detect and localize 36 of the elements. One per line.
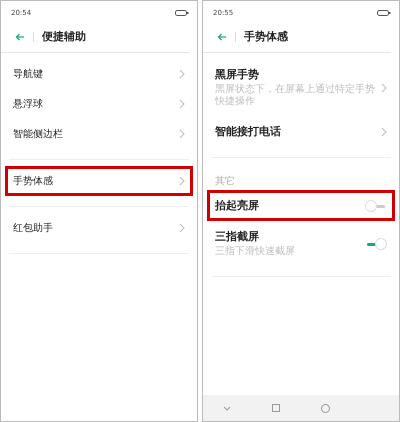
toggle-switch[interactable] [365, 236, 387, 250]
settings-row[interactable]: 三指截屏 三指下滑快速截屏 [211, 221, 391, 266]
settings-row[interactable]: 红包助手 [9, 213, 189, 243]
chevron-icon [381, 126, 387, 136]
row-label: 导航键 [13, 68, 44, 81]
battery-icon [175, 10, 189, 16]
row-label: 智能侧边栏 [13, 128, 64, 141]
chevron-icon [179, 176, 185, 186]
row-label: 三指截屏 [215, 229, 260, 244]
settings-row[interactable]: 导航键 [9, 59, 189, 89]
chevron-icon [179, 99, 185, 109]
settings-row[interactable]: 智能接打电话 [211, 116, 391, 147]
row-label: 手势体感 [13, 174, 54, 188]
settings-row[interactable]: 悬浮球 [9, 89, 189, 119]
row-label: 黑屏手势 [215, 67, 260, 82]
row-description: 黑屏状态下，在屏幕上通过特定手势快捷操作 [215, 84, 376, 108]
battery-icon [377, 10, 391, 16]
toggle-switch[interactable] [365, 198, 387, 212]
recents-icon[interactable] [320, 404, 330, 412]
home-icon[interactable] [272, 404, 280, 412]
settings-row[interactable]: 抬起亮屏 [207, 190, 395, 221]
row-label: 智能接打电话 [215, 124, 282, 139]
chevron-icon [381, 82, 387, 92]
settings-row[interactable]: 智能侧边栏 [9, 119, 189, 149]
chevron-icon [179, 129, 185, 139]
settings-row[interactable]: 黑屏手势 黑屏状态下，在屏幕上通过特定手势快捷操作 [211, 59, 391, 116]
settings-row[interactable]: 手势体感 [5, 166, 193, 196]
page-title: 便捷辅助 [42, 29, 86, 44]
chevron-icon [179, 223, 185, 233]
row-label: 悬浮球 [13, 98, 44, 111]
row-label: 抬起亮屏 [215, 198, 260, 213]
row-description: 三指下滑快速截屏 [215, 246, 296, 258]
section-header: 其它 [214, 174, 236, 189]
page-title: 手势体感 [244, 29, 288, 44]
chevron-icon [179, 69, 185, 79]
row-label: 红包助手 [13, 222, 54, 235]
